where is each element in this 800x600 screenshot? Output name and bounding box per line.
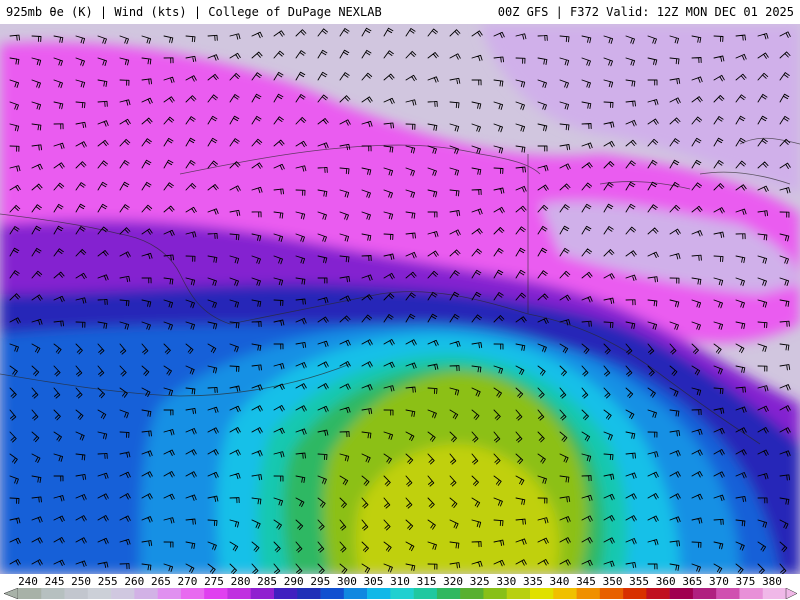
colorbar-label: 320 xyxy=(443,575,464,588)
colorbar-swatch xyxy=(320,588,345,599)
colorbar-swatch xyxy=(553,588,577,599)
colorbar-swatch xyxy=(413,588,438,599)
colorbar-label: 265 xyxy=(150,575,171,588)
colorbar-label: 360 xyxy=(655,575,676,588)
colorbar-swatch xyxy=(390,588,414,599)
colorbar-label: 290 xyxy=(283,575,304,588)
colorbar-labels: 240 245 250 255 260 265 270 275 280 285 290 295 300 3… xyxy=(0,574,800,588)
colorbar-swatch xyxy=(716,588,740,599)
colorbar-swatch xyxy=(599,588,624,599)
colorbar-label: 365 xyxy=(682,575,703,588)
colorbar-arrow-left xyxy=(3,588,19,599)
colorbar-label: 300 xyxy=(336,575,357,588)
colorbar-legend: 240 245 250 255 260 265 270 275 280 285 290 295 300 3… xyxy=(0,574,800,600)
colorbar-label: 270 xyxy=(177,575,198,588)
colorbar-swatch xyxy=(227,588,252,599)
colorbar-swatch xyxy=(530,588,554,599)
colorbar-label: 355 xyxy=(629,575,650,588)
colorbar-label: 345 xyxy=(576,575,596,588)
colorbar-label: 310 xyxy=(390,575,410,588)
colorbar-label: 275 xyxy=(204,575,224,588)
colorbar-swatch xyxy=(367,588,391,599)
colorbar-swatch xyxy=(18,588,42,599)
colorbar-label: 340 xyxy=(549,575,570,588)
colorbar-label: 260 xyxy=(124,575,145,588)
colorbar-swatch xyxy=(483,588,508,599)
colorbar-swatch xyxy=(762,588,787,599)
colorbar-swatch xyxy=(64,588,89,599)
colorbar-label: 255 xyxy=(97,575,118,588)
colorbar-label: 380 xyxy=(762,575,782,588)
colorbar-label: 250 xyxy=(71,575,92,588)
colorbar-label: 285 xyxy=(257,575,278,588)
colorbar-label: 325 xyxy=(469,575,490,588)
colorbar-label: 350 xyxy=(602,575,623,588)
colorbar-label: 240 xyxy=(18,575,38,588)
colorbar-label: 375 xyxy=(735,575,756,588)
colorbar-label: 330 xyxy=(496,575,517,588)
colorbar-swatch xyxy=(739,588,764,599)
colorbar-swatch xyxy=(436,588,461,599)
colorbar-label: 245 xyxy=(44,575,65,588)
colorbar-swatch xyxy=(180,588,205,599)
colorbar-swatch xyxy=(646,588,670,599)
map-title: 925mb θe (K) | Wind (kts) | College of D… xyxy=(6,5,382,19)
colorbar-swatch xyxy=(297,588,321,599)
colorbar-swatch xyxy=(41,588,65,599)
colorbar-swatch xyxy=(250,588,275,599)
colorbar-swatch xyxy=(87,588,112,599)
colorbar-swatch xyxy=(692,588,717,599)
colorbar-swatch xyxy=(274,588,298,599)
colorbar-arrow-right xyxy=(785,588,798,599)
weather-map xyxy=(0,24,800,574)
colorbar-swatch xyxy=(157,588,182,599)
colorbar-swatch xyxy=(576,588,601,599)
colorbar-label: 335 xyxy=(522,575,543,588)
model-run-label: 00Z GFS | F372 Valid: 12Z MON DEC 01 202… xyxy=(497,5,794,19)
colorbar-label: 280 xyxy=(230,575,251,588)
colorbar-swatch xyxy=(460,588,484,599)
colorbar-swatch xyxy=(111,588,135,599)
colorbar-swatch xyxy=(623,588,647,599)
colorbar-swatch xyxy=(134,588,158,599)
colorbar-swatch xyxy=(204,588,228,599)
colorbar-label: 295 xyxy=(310,575,331,588)
map-header: 925mb θe (K) | Wind (kts) | College of D… xyxy=(0,0,800,24)
colorbar-swatch xyxy=(669,588,694,599)
colorbar-swatch xyxy=(506,588,531,599)
colorbar-label: 315 xyxy=(416,575,437,588)
colorbar xyxy=(3,588,798,599)
colorbar-swatch xyxy=(343,588,368,599)
colorbar-label: 370 xyxy=(708,575,729,588)
colorbar-label: 305 xyxy=(363,575,384,588)
